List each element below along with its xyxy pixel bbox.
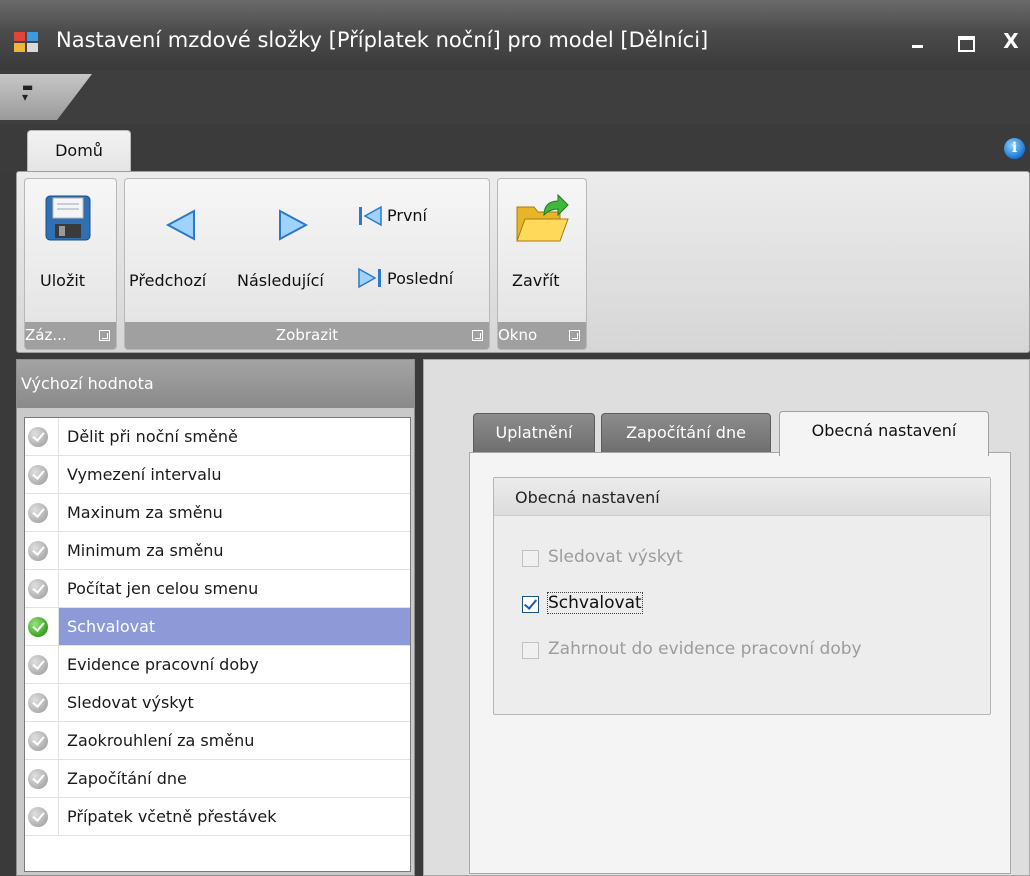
settings-list[interactable]: Dělit při noční směně Vymezení intervalu… (24, 417, 411, 872)
check-circle-icon (28, 465, 48, 485)
tab-home[interactable]: Domů (27, 130, 131, 173)
group-title: Obecná nastavení (494, 478, 990, 516)
info-icon[interactable]: i (1004, 138, 1025, 159)
first-label: První (387, 206, 427, 225)
check-circle-icon (28, 427, 48, 447)
first-button[interactable]: První (355, 201, 455, 231)
maximize-button[interactable] (948, 26, 982, 56)
next-label: Následující (237, 271, 324, 290)
title-bar[interactable]: Nastavení mzdové složky [Příplatek noční… (0, 0, 1030, 70)
ribbon-group-view: Předchozí Následující První Poslední Zob… (124, 178, 490, 350)
tab-content: Obecná nastavení Sledovat výskyt Schvalo… (469, 452, 1011, 874)
check-circle-icon (28, 807, 48, 827)
list-item[interactable]: Dělit při noční směně (25, 418, 410, 456)
checkmark-icon (522, 596, 539, 613)
ribbon-group-save: Uložit Záz... (24, 178, 117, 350)
close-label: Zavřít (512, 271, 560, 290)
previous-label: Předchozí (129, 271, 207, 290)
list-item[interactable]: Sledovat výskyt (25, 684, 410, 722)
detail-tab-bar: Uplatnění Započítání dne Obecná nastaven… (473, 411, 1013, 456)
tab-uplatneni[interactable]: Uplatnění (473, 413, 595, 453)
customize-dropdown-icon[interactable]: ▬ ▾ (22, 81, 33, 103)
application-window: Nastavení mzdové složky [Příplatek noční… (0, 0, 1030, 876)
floppy-disk-icon (45, 195, 91, 241)
close-button[interactable]: Zavřít (498, 179, 586, 321)
last-record-icon (358, 267, 381, 289)
check-circle-icon (28, 541, 48, 561)
detail-panel: Uplatnění Započítání dne Obecná nastaven… (423, 359, 1030, 876)
check-circle-icon (28, 693, 48, 713)
group-footer-view: Zobrazit (125, 322, 489, 349)
minimize-button[interactable] (900, 26, 934, 56)
list-item[interactable]: Přípatek včetně přestávek (25, 798, 410, 836)
window-title: Nastavení mzdové složky [Příplatek noční… (56, 28, 709, 52)
first-record-icon (359, 205, 382, 227)
check-circle-icon (28, 731, 48, 751)
list-item[interactable]: Evidence pracovní doby (25, 646, 410, 684)
ribbon-tab-bar: Domů i (0, 124, 1030, 173)
check-circle-icon (28, 617, 48, 637)
group-title-view: Zobrazit (275, 326, 339, 344)
group-footer-window: Okno (498, 322, 586, 349)
dialog-launcher-icon[interactable] (472, 330, 483, 341)
group-title-save: Záz... (25, 326, 67, 344)
default-value-panel: Výchozí hodnota Dělit při noční směně Vy… (16, 359, 415, 876)
save-button[interactable]: Uložit (25, 179, 116, 321)
last-button[interactable]: Poslední (355, 263, 485, 293)
panel-header: Výchozí hodnota (17, 360, 414, 408)
tab-zapocitani-dne[interactable]: Započítání dne (601, 413, 771, 453)
list-item-selected[interactable]: Schvalovat (25, 608, 410, 646)
check-circle-icon (28, 655, 48, 675)
list-item[interactable]: Maxinum za směnu (25, 494, 410, 532)
close-window-button[interactable]: X (994, 26, 1028, 56)
list-item[interactable]: Počítat jen celou smenu (25, 570, 410, 608)
dialog-launcher-icon[interactable] (99, 330, 110, 341)
dialog-launcher-icon[interactable] (569, 330, 580, 341)
next-button[interactable]: Následující (237, 179, 349, 321)
ribbon: Uložit Záz... Předchozí Následující Prvn… (16, 171, 1030, 353)
quick-access-toolbar: ▬ ▾ (0, 70, 1030, 124)
check-circle-icon (28, 769, 48, 789)
save-label: Uložit (40, 271, 86, 290)
folder-exit-icon (516, 193, 569, 242)
last-label: Poslední (387, 269, 454, 288)
ribbon-group-window: Zavřít Okno (497, 178, 587, 350)
previous-button[interactable]: Předchozí (129, 179, 233, 321)
arrow-right-icon (279, 209, 309, 241)
arrow-left-icon (165, 209, 195, 241)
quick-access-area (0, 74, 92, 120)
general-settings-group: Obecná nastavení Sledovat výskyt Schvalo… (493, 477, 991, 715)
tab-obecna-nastaveni[interactable]: Obecná nastavení (779, 411, 989, 456)
list-item[interactable]: Vymezení intervalu (25, 456, 410, 494)
check-circle-icon (28, 579, 48, 599)
list-item[interactable]: Minimum za směnu (25, 532, 410, 570)
list-item[interactable]: Započítání dne (25, 760, 410, 798)
group-title-window: Okno (498, 326, 538, 344)
list-item[interactable]: Zaokrouhlení za směnu (25, 722, 410, 760)
app-icon (14, 32, 38, 52)
group-footer-save: Záz... (25, 322, 116, 349)
check-circle-icon (28, 503, 48, 523)
